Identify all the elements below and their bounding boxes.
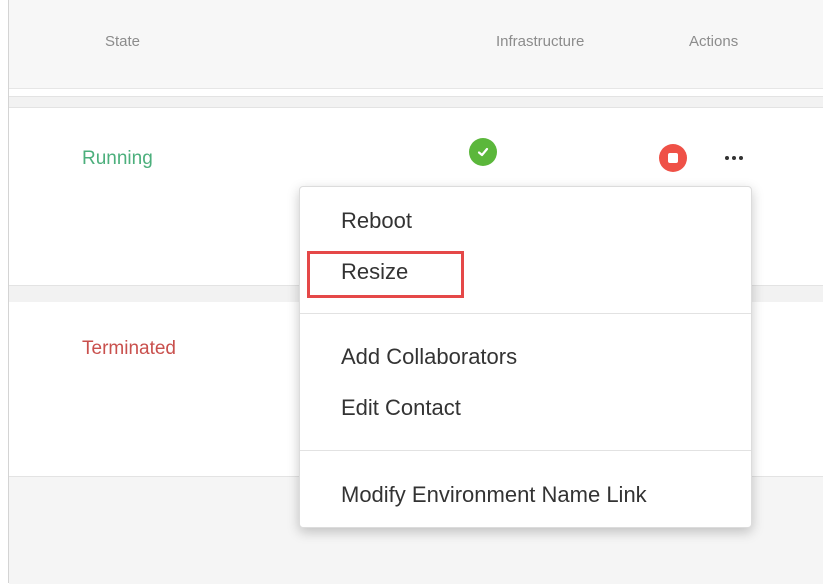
stop-icon <box>668 153 678 163</box>
check-circle-icon <box>469 138 497 166</box>
header-state: State <box>105 33 141 50</box>
menu-item-modify-environment-name-link[interactable]: Modify Environment Name Link <box>341 482 647 508</box>
menu-item-reboot[interactable]: Reboot <box>341 208 412 234</box>
header-infrastructure: Infrastructure <box>496 33 585 50</box>
more-dot <box>725 156 729 160</box>
menu-divider <box>300 313 751 314</box>
more-actions-button[interactable] <box>716 146 752 170</box>
header-actions: Actions <box>689 33 739 50</box>
actions-dropdown-menu: Reboot Resize Add Collaborators Edit Con… <box>299 186 752 528</box>
more-dot <box>739 156 743 160</box>
menu-item-resize[interactable]: Resize <box>341 259 408 285</box>
menu-item-add-collaborators[interactable]: Add Collaborators <box>341 344 517 370</box>
state-terminated: Terminated <box>82 338 176 359</box>
table-header: State Infrastructure Actions <box>9 0 823 89</box>
more-dot <box>732 156 736 160</box>
row-divider <box>9 96 823 108</box>
menu-divider <box>300 450 751 451</box>
stop-button[interactable] <box>659 144 687 172</box>
menu-item-edit-contact[interactable]: Edit Contact <box>341 395 461 421</box>
state-running: Running <box>82 148 153 169</box>
